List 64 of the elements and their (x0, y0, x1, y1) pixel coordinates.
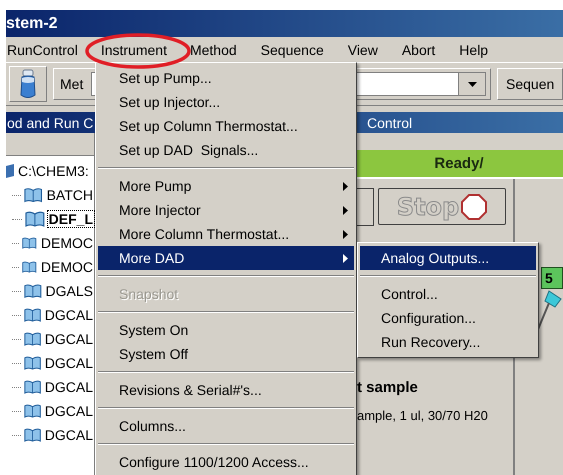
menu-item[interactable]: Set up DAD Signals... (98, 138, 354, 162)
menu-bar-item[interactable]: Method (178, 38, 248, 60)
book-icon (24, 187, 43, 203)
tree-item[interactable]: DEMOC (40, 235, 94, 251)
sample-detail: ample, 1 ul, 30/70 H20 (356, 408, 489, 423)
book-icon (24, 355, 41, 371)
book-icon (24, 307, 41, 323)
menu-item[interactable]: More Column Thermostat... (98, 222, 354, 246)
tree-item[interactable]: DGCAL (44, 331, 94, 347)
menu-bar-item[interactable]: Abort (390, 38, 446, 60)
sequence-label: Sequen (497, 68, 563, 100)
menu-item[interactable]: More Pump (98, 174, 354, 198)
tree-item[interactable]: BATCH (46, 187, 94, 203)
submenu-arrow-icon (343, 254, 348, 262)
book-icon (24, 331, 41, 347)
book-icon (24, 211, 45, 227)
drive-icon (6, 164, 14, 178)
menu-item[interactable]: System Off (98, 342, 354, 366)
window-title: stem-2 (6, 14, 58, 32)
tree-item[interactable]: DGCAL (44, 307, 94, 323)
menu-item[interactable]: Run Recovery... (360, 330, 536, 354)
book-icon (24, 427, 41, 443)
menu-item[interactable]: More Injector (98, 198, 354, 222)
menu-item[interactable]: Set up Column Thermostat... (98, 114, 354, 138)
tree-item[interactable]: DEMOC (40, 259, 94, 275)
panel-title: od and Run C (6, 114, 94, 130)
bottle-icon (19, 69, 37, 99)
menu-bar-item[interactable]: Help (448, 38, 500, 60)
book-icon (22, 235, 37, 251)
menu-bar-item[interactable]: Sequence (250, 38, 335, 60)
tree-item[interactable]: DGALS (44, 283, 94, 299)
tree-item[interactable]: DEF_L (48, 211, 94, 227)
tree-item[interactable]: DGCAL (44, 427, 94, 443)
sample-title: t sample (356, 379, 419, 396)
tree-item[interactable]: DGCAL (44, 379, 94, 395)
menu-item[interactable]: System On (98, 318, 354, 342)
book-icon (24, 283, 42, 299)
book-icon (22, 259, 37, 275)
octagon-icon (461, 194, 488, 220)
book-icon (24, 379, 41, 395)
menu-item[interactable]: More DAD (98, 246, 354, 270)
submenu-arrow-icon (343, 182, 348, 190)
menu-item[interactable]: Set up Injector... (98, 90, 354, 114)
status-bar: Ready/ (355, 150, 563, 177)
panel-title: Control (366, 114, 414, 130)
tree-item[interactable]: DGCAL (44, 403, 94, 419)
bottle-button[interactable] (9, 66, 47, 102)
menu-item[interactable]: Revisions & Serial#'s... (98, 378, 354, 402)
menu-bar-item[interactable]: RunControl (6, 38, 89, 60)
menu-item[interactable]: Set up Pump... (98, 66, 354, 90)
menu-item[interactable]: Columns... (98, 414, 354, 438)
menu-item[interactable]: Control... (360, 282, 536, 306)
dropdown-arrow-icon (468, 82, 476, 86)
submenu-arrow-icon (343, 230, 348, 238)
menu-bar-item[interactable]: View (336, 38, 389, 60)
counter: 5 (541, 267, 563, 289)
submenu-arrow-icon (343, 206, 348, 214)
tree-item[interactable]: DGCAL (44, 355, 94, 371)
menu-item[interactable]: Configure 1100/1200 Access... (98, 450, 354, 474)
tree-root[interactable]: C:\CHEM3: (17, 163, 90, 179)
method-label: Met (60, 76, 84, 92)
menu-item[interactable]: Analog Outputs... (360, 246, 536, 270)
book-icon (24, 403, 41, 419)
menu-item[interactable]: Configuration... (360, 306, 536, 330)
